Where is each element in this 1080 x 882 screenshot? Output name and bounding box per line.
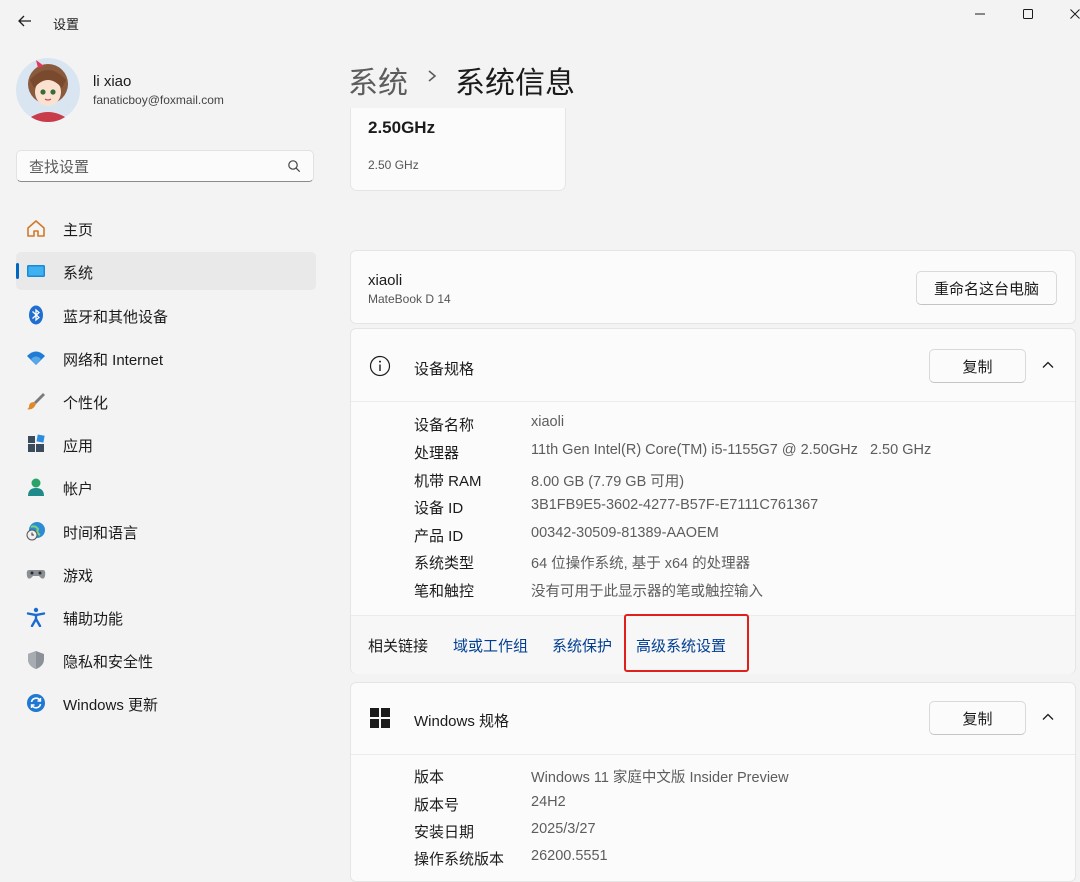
user-email: fanaticboy@foxmail.com: [93, 93, 224, 107]
maximize-button[interactable]: [1005, 0, 1051, 28]
related-links-label: 相关链接: [368, 638, 429, 655]
arrow-left-icon: [18, 15, 31, 27]
back-button[interactable]: [14, 10, 36, 32]
close-button[interactable]: [1052, 0, 1080, 28]
spec-key: 机带 RAM: [414, 473, 482, 490]
sidebar-item-label: 主页: [63, 222, 94, 239]
page-title: 系统信息: [455, 67, 575, 100]
spec-key: 处理器: [414, 445, 460, 462]
sidebar-item-label: 辅助功能: [63, 611, 124, 628]
sidebar-item-personalization[interactable]: 个性化: [16, 382, 316, 420]
spec-value: 24H2: [531, 794, 566, 810]
system-display-icon: [27, 265, 45, 277]
home-icon: [27, 220, 45, 237]
rename-pc-button[interactable]: 重命名这台电脑: [916, 271, 1057, 305]
sidebar-item-privacy[interactable]: 隐私和安全性: [16, 641, 316, 679]
accessibility-icon: [26, 607, 46, 627]
spec-value: xiaoli: [531, 414, 565, 430]
active-indicator: [16, 263, 19, 279]
avatar-image: [16, 58, 80, 122]
copy-windows-specs-button[interactable]: 复制: [929, 701, 1026, 735]
cpu-speed-title: 2.50GHz: [368, 118, 436, 137]
gamepad-icon: [26, 570, 46, 579]
spec-key: 设备 ID: [414, 500, 464, 517]
chevron-up-icon[interactable]: [1041, 710, 1055, 724]
account-icon: [28, 478, 44, 496]
sidebar-item-label: 个性化: [63, 395, 109, 412]
bluetooth-icon: [29, 305, 43, 325]
search-box[interactable]: [16, 150, 314, 183]
info-icon: [369, 355, 391, 377]
divider: [351, 401, 1075, 402]
link-domain-workgroup[interactable]: 域或工作组: [453, 635, 528, 656]
spec-key: 系统类型: [414, 555, 475, 572]
chevron-right-icon: [428, 70, 437, 82]
sidebar-item-label: 网络和 Internet: [63, 352, 164, 369]
sidebar-item-accessibility[interactable]: 辅助功能: [16, 598, 316, 636]
sidebar-item-label: 隐私和安全性: [63, 654, 154, 671]
spec-key: 设备名称: [414, 417, 475, 434]
minimize-icon: [975, 13, 985, 15]
sidebar-item-label: 游戏: [63, 568, 94, 585]
sidebar-item-label: 帐户: [63, 481, 94, 498]
user-name: li xiao: [93, 73, 132, 90]
link-system-protection[interactable]: 系统保护: [552, 635, 612, 656]
spec-key: 操作系统版本: [414, 851, 505, 868]
maximize-icon: [1023, 9, 1033, 19]
close-icon: [1070, 9, 1080, 19]
globe-clock-icon: [26, 522, 45, 541]
chevron-up-icon[interactable]: [1041, 358, 1055, 372]
windows-logo-icon: [370, 708, 390, 728]
spec-value: Windows 11 家庭中文版 Insider Preview: [531, 770, 789, 786]
sidebar-item-accounts[interactable]: 帐户: [16, 468, 316, 506]
highlight-box: [624, 614, 749, 672]
sidebar-item-network[interactable]: 网络和 Internet: [16, 339, 316, 377]
wifi-icon: [27, 351, 45, 365]
sidebar-item-label: 应用: [63, 438, 94, 455]
pc-name: xiaoli: [368, 272, 403, 289]
sidebar-item-label: Windows 更新: [63, 697, 159, 714]
sidebar-item-label: 时间和语言: [63, 525, 139, 542]
spec-key: 笔和触控: [414, 583, 475, 600]
spec-key: 版本号: [414, 797, 460, 814]
sidebar-item-home[interactable]: 主页: [16, 209, 316, 247]
app-title: 设置: [53, 17, 80, 32]
apps-icon: [28, 434, 45, 452]
avatar[interactable]: [16, 58, 80, 122]
paintbrush-icon: [27, 393, 45, 410]
sidebar-item-bluetooth[interactable]: 蓝牙和其他设备: [16, 296, 316, 334]
device-specs-title: 设备规格: [414, 361, 475, 378]
spec-value: 没有可用于此显示器的笔或触控输入: [531, 584, 763, 600]
spec-value: 11th Gen Intel(R) Core(TM) i5-1155G7 @ 2…: [531, 442, 932, 458]
update-icon: [27, 694, 45, 712]
spec-value: 00342-30509-81389-AAOEM: [531, 525, 719, 541]
sidebar-item-system[interactable]: 系统: [16, 252, 316, 290]
spec-key: 安装日期: [414, 824, 475, 841]
sidebar-item-windows-update[interactable]: Windows 更新: [16, 684, 316, 722]
windows-specs-title: Windows 规格: [414, 713, 510, 730]
minimize-button[interactable]: [957, 0, 1003, 28]
sidebar-item-gaming[interactable]: 游戏: [16, 555, 316, 593]
copy-device-specs-button[interactable]: 复制: [929, 349, 1026, 383]
spec-value: 2025/3/27: [531, 821, 596, 837]
spec-value: 64 位操作系统, 基于 x64 的处理器: [531, 556, 751, 572]
sidebar-item-time-language[interactable]: 时间和语言: [16, 512, 316, 550]
sidebar-item-apps[interactable]: 应用: [16, 425, 316, 463]
sidebar-item-label: 蓝牙和其他设备: [63, 309, 169, 326]
spec-key: 版本: [414, 769, 445, 786]
shield-icon: [28, 651, 44, 669]
divider: [351, 754, 1075, 755]
spec-value: 3B1FB9E5-3602-4277-B57F-E7111C761367: [531, 497, 819, 513]
sidebar-item-label: 系统: [63, 265, 94, 282]
spec-value: 8.00 GB (7.79 GB 可用): [531, 474, 685, 490]
cpu-speed-sub: 2.50 GHz: [368, 158, 419, 172]
pc-model: MateBook D 14: [368, 292, 451, 306]
spec-key: 产品 ID: [414, 528, 464, 545]
search-input[interactable]: [27, 151, 281, 183]
search-icon[interactable]: [287, 159, 301, 173]
breadcrumb-parent[interactable]: 系统: [348, 58, 408, 102]
